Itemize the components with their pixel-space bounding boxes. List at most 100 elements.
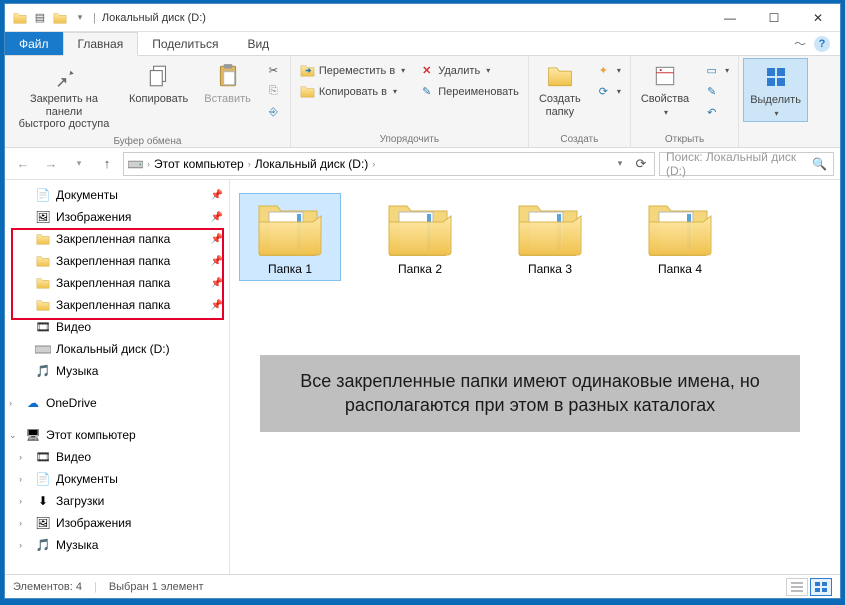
nav-pc-docs[interactable]: ›📄Документы <box>5 468 229 490</box>
folder-item[interactable]: Папка 3 <box>500 194 600 280</box>
folder-label: Папка 1 <box>268 262 312 276</box>
new-folder-button[interactable]: Создать папку <box>533 58 587 121</box>
easy-access-button[interactable]: ⟳▾ <box>591 82 626 101</box>
onedrive-icon: ☁ <box>25 395 41 411</box>
back-button[interactable]: ← <box>11 152 35 176</box>
refresh-button[interactable]: ⟳ <box>632 152 650 176</box>
chevron-down-icon[interactable]: ⌄ <box>9 430 17 441</box>
chevron-right-icon[interactable]: › <box>9 398 12 408</box>
chevron-right-icon[interactable]: › <box>19 452 22 462</box>
delete-icon: ✕ <box>419 63 434 78</box>
folder-item[interactable]: Папка 2 <box>370 194 470 280</box>
folder-item[interactable]: Папка 4 <box>630 194 730 280</box>
delete-button[interactable]: ✕Удалить▾ <box>414 61 524 80</box>
rename-button[interactable]: ✎Переименовать <box>414 82 524 101</box>
group-label-clipboard: Буфер обмена <box>9 134 286 149</box>
nav-video[interactable]: 🎞Видео <box>5 316 229 338</box>
view-details-button[interactable] <box>786 578 808 596</box>
group-label-new: Создать <box>533 132 626 147</box>
properties-button[interactable]: Свойства ▾ <box>635 58 695 120</box>
navigation-pane: 📄Документы📌 🖼Изображения📌 Закрепленная п… <box>5 180 230 574</box>
new-item-button[interactable]: ✦▾ <box>591 61 626 80</box>
cut-icon: ✂ <box>266 63 281 78</box>
video-icon: 🎞 <box>35 449 51 465</box>
chevron-right-icon[interactable]: › <box>19 496 22 506</box>
music-icon: 🎵 <box>35 537 51 553</box>
window-title: Локальный диск (D:) <box>102 12 206 24</box>
download-icon: ⬇ <box>35 493 51 509</box>
tab-share[interactable]: Поделиться <box>138 32 233 55</box>
nav-pinned-folder[interactable]: Закрепленная папка📌 <box>5 294 229 316</box>
paste-button[interactable]: Вставить <box>198 58 257 109</box>
new-folder-icon[interactable] <box>53 11 67 25</box>
minimize-button[interactable]: — <box>708 4 752 32</box>
nav-pinned-folder[interactable]: Закрепленная папка📌 <box>5 250 229 272</box>
edit-button[interactable]: ✎ <box>699 82 734 101</box>
nav-music[interactable]: 🎵Музыка <box>5 360 229 382</box>
properties-icon[interactable]: ▤ <box>33 11 47 25</box>
maximize-button[interactable]: ☐ <box>752 4 796 32</box>
pictures-icon: 🖼 <box>35 515 51 531</box>
qat-overflow-icon[interactable]: ▾ <box>73 11 87 25</box>
cut-button[interactable]: ✂ <box>261 61 286 80</box>
nav-pinned-folder[interactable]: Закрепленная папка📌 <box>5 272 229 294</box>
chevron-right-icon[interactable]: › <box>19 518 22 528</box>
ribbon-collapse-icon[interactable]: 〜 <box>794 35 806 52</box>
copy-path-button[interactable]: ⎘ <box>261 82 286 101</box>
paste-shortcut-button[interactable]: ⎆ <box>261 103 286 122</box>
annotation-text: Все закрепленные папки имеют одинаковые … <box>260 355 800 432</box>
nav-onedrive[interactable]: ›☁OneDrive <box>5 392 229 414</box>
breadcrumb-this-pc[interactable]: Этот компьютер <box>154 157 244 171</box>
forward-button[interactable]: → <box>39 152 63 176</box>
pin-icon: 📌 <box>211 234 223 245</box>
tab-file[interactable]: Файл <box>5 32 63 55</box>
recent-button[interactable]: ▾ <box>67 152 91 176</box>
new-item-icon: ✦ <box>596 63 611 78</box>
group-label-open: Открыть <box>635 132 734 147</box>
folder-icon <box>35 231 51 247</box>
edit-icon: ✎ <box>704 84 719 99</box>
tab-home[interactable]: Главная <box>63 32 139 56</box>
pin-icon: 📌 <box>211 212 223 223</box>
pin-icon: 📌 <box>211 190 223 201</box>
nav-local-d[interactable]: Локальный диск (D:) <box>5 338 229 360</box>
nav-pinned-folder[interactable]: Закрепленная папка📌 <box>5 228 229 250</box>
chevron-right-icon[interactable]: › <box>19 540 22 550</box>
folder-item[interactable]: Папка 1 <box>240 194 340 280</box>
new-folder-icon <box>545 61 575 91</box>
copy-icon <box>144 61 174 91</box>
pin-quickaccess-button[interactable]: Закрепить на панели быстрого доступа <box>9 58 119 134</box>
nav-this-pc[interactable]: ⌄🖥Этот компьютер <box>5 424 229 446</box>
view-icons-button[interactable] <box>810 578 832 596</box>
up-button[interactable]: ↑ <box>95 152 119 176</box>
nav-pc-music[interactable]: ›🎵Музыка <box>5 534 229 556</box>
titlebar: ▤ ▾ | Локальный диск (D:) — ☐ ✕ <box>5 4 840 32</box>
open-button[interactable]: ▭▾ <box>699 61 734 80</box>
folder-icon <box>255 198 325 256</box>
move-to-button[interactable]: Переместить в▾ <box>295 61 410 80</box>
ribbon-group-select: Выделить ▾ <box>739 56 812 147</box>
address-row: ← → ▾ ↑ › Этот компьютер › Локальный дис… <box>5 148 840 180</box>
chevron-right-icon[interactable]: › <box>19 474 22 484</box>
address-bar[interactable]: › Этот компьютер › Локальный диск (D:) ›… <box>123 152 655 176</box>
select-button[interactable]: Выделить ▾ <box>743 58 808 122</box>
nav-documents[interactable]: 📄Документы📌 <box>5 184 229 206</box>
content-area[interactable]: Папка 1 Папка 2 Папка 3 Папка 4 Все закр… <box>230 180 840 574</box>
nav-pc-pictures[interactable]: ›🖼Изображения <box>5 512 229 534</box>
nav-pc-video[interactable]: ›🎞Видео <box>5 446 229 468</box>
addr-dropdown-icon[interactable]: ▾ <box>612 152 628 176</box>
music-icon: 🎵 <box>35 363 51 379</box>
history-button[interactable]: ↶ <box>699 103 734 122</box>
ribbon-group-open: Свойства ▾ ▭▾ ✎ ↶ Открыть <box>631 56 739 147</box>
help-icon[interactable]: ? <box>814 36 830 52</box>
search-icon: 🔍 <box>812 157 827 171</box>
nav-pc-downloads[interactable]: ›⬇Загрузки <box>5 490 229 512</box>
copy-button[interactable]: Копировать <box>123 58 194 109</box>
nav-pictures[interactable]: 🖼Изображения📌 <box>5 206 229 228</box>
close-button[interactable]: ✕ <box>796 4 840 32</box>
breadcrumb-drive-d[interactable]: Локальный диск (D:) <box>255 157 369 171</box>
search-box[interactable]: Поиск: Локальный диск (D:) 🔍 <box>659 152 834 176</box>
copy-to-button[interactable]: Копировать в▾ <box>295 82 410 101</box>
tab-view[interactable]: Вид <box>233 32 284 55</box>
pin-icon: 📌 <box>211 256 223 267</box>
